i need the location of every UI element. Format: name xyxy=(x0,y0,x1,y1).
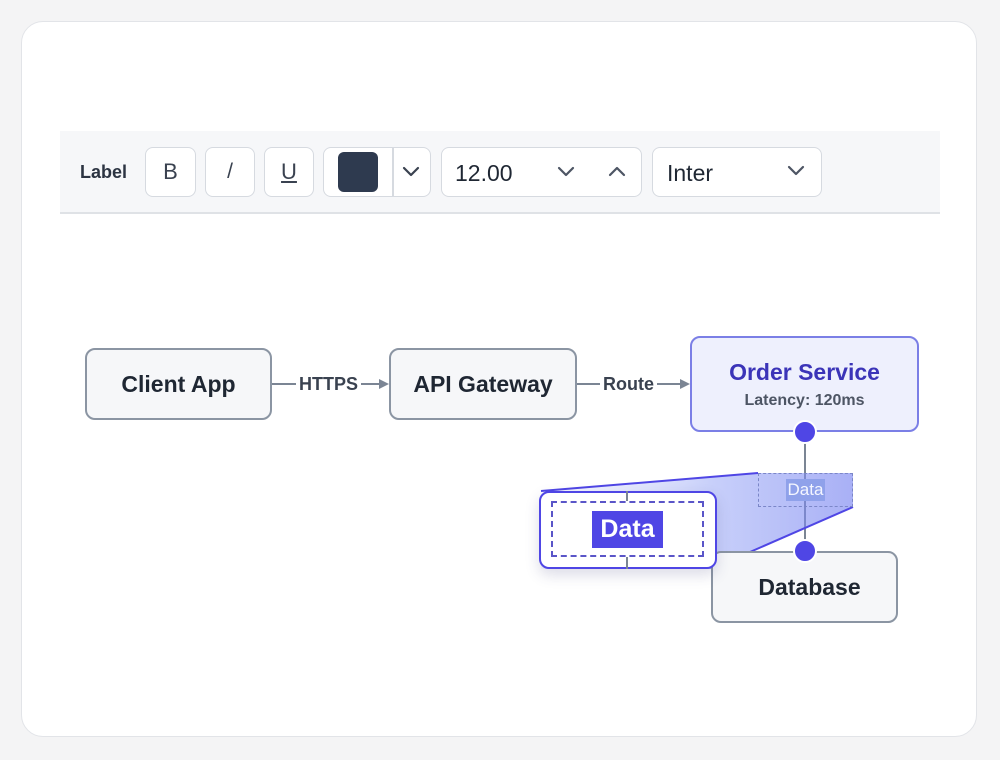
edge-https-arrowhead-icon xyxy=(379,379,389,389)
node-order-service-label: Order Service xyxy=(729,358,880,385)
node-database-label: Database xyxy=(758,573,861,600)
edge-label-data[interactable]: Data xyxy=(758,473,853,507)
node-client-app-label: Client App xyxy=(121,370,236,397)
edge-label-https[interactable]: HTTPS xyxy=(296,374,362,395)
database-connection-handle[interactable] xyxy=(792,538,818,564)
edge-route-arrowhead-icon xyxy=(680,379,690,389)
node-order-service[interactable]: Order Service Latency: 120ms xyxy=(690,336,919,432)
edge-label-data-text: Data xyxy=(785,479,826,501)
node-api-gateway-label: API Gateway xyxy=(413,370,553,397)
zoom-label-selection[interactable]: Data xyxy=(551,501,704,557)
node-client-app[interactable]: Client App xyxy=(85,348,272,420)
edge-label-route[interactable]: Route xyxy=(600,374,657,395)
label-zoom-preview[interactable]: Data xyxy=(539,491,717,569)
node-order-service-latency: Latency: 120ms xyxy=(744,391,865,409)
order-service-connection-handle[interactable] xyxy=(792,419,818,445)
node-api-gateway[interactable]: API Gateway xyxy=(389,348,577,420)
zoom-label-text[interactable]: Data xyxy=(592,510,663,548)
